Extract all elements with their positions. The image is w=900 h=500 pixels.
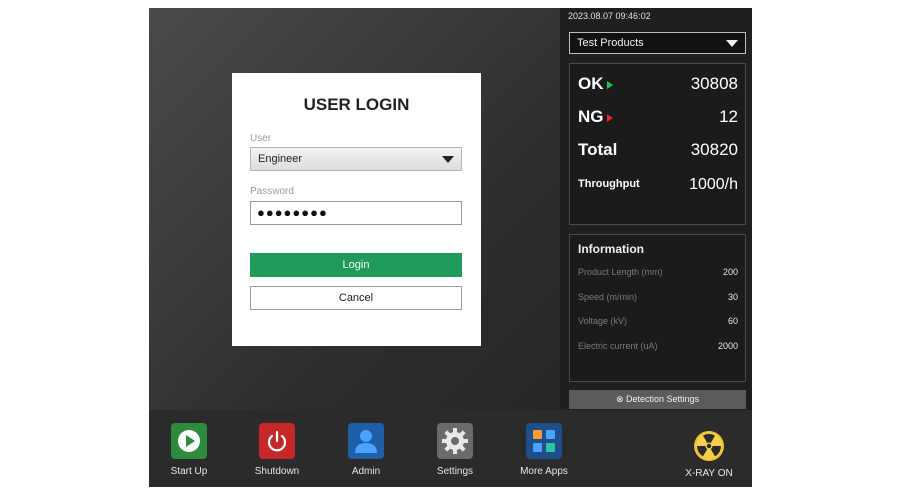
product-select[interactable]: Test Products — [569, 32, 746, 54]
info-label: Product Length (mm) — [578, 267, 663, 277]
ok-arrow-icon — [606, 80, 613, 89]
ng-label: NG — [578, 107, 604, 126]
gear-icon — [437, 423, 473, 459]
login-button[interactable]: Login — [250, 253, 462, 277]
shutdown-button[interactable]: Shutdown — [237, 423, 317, 477]
product-select-value: Test Products — [577, 37, 644, 49]
xray-label: X-RAY ON — [685, 468, 733, 479]
xray-status: X-RAY ON — [674, 430, 744, 479]
radiation-icon — [693, 430, 725, 462]
ok-value: 30808 — [690, 74, 738, 93]
info-value: 30 — [727, 292, 738, 302]
information-panel: Information Product Length (mm) 200 Spee… — [569, 234, 746, 382]
user-label: User — [250, 133, 272, 144]
play-icon — [171, 423, 207, 459]
password-label: Password — [250, 186, 294, 197]
ng-arrow-icon — [606, 113, 613, 122]
power-icon — [259, 423, 295, 459]
admin-button[interactable]: Admin — [326, 423, 406, 477]
status-panel: 2023.08.07 09:46:02 Test Products OK 308… — [560, 8, 752, 410]
admin-label: Admin — [351, 466, 381, 477]
password-value: ●●●●●●●● — [257, 205, 328, 220]
app-dock: Start Up Shutdown Admin Settings More Ap… — [149, 410, 752, 487]
user-select-value: Engineer — [258, 153, 303, 165]
throughput-label: Throughput — [578, 178, 640, 190]
start-up-button[interactable]: Start Up — [149, 423, 229, 477]
info-value: 60 — [727, 316, 738, 326]
login-dialog: USER LOGIN User Engineer Password ●●●●●●… — [232, 73, 481, 346]
user-select[interactable]: Engineer — [250, 147, 462, 171]
stat-ng: NG 12 — [578, 107, 738, 129]
hmi-screen: USER LOGIN User Engineer Password ●●●●●●… — [149, 8, 752, 487]
total-label: Total — [578, 140, 618, 159]
cancel-button[interactable]: Cancel — [250, 286, 462, 310]
info-label: Voltage (kV) — [578, 316, 628, 326]
total-value: 30820 — [690, 140, 738, 159]
main-area: USER LOGIN User Engineer Password ●●●●●●… — [149, 8, 560, 410]
info-value: 200 — [722, 267, 738, 277]
info-value: 2000 — [717, 341, 738, 351]
more-apps-label: More Apps — [520, 466, 568, 477]
ng-value: 12 — [719, 107, 738, 126]
settings-button[interactable]: Settings — [415, 423, 495, 477]
login-title: USER LOGIN — [303, 95, 410, 114]
stat-total: Total 30820 — [578, 140, 738, 162]
chevron-down-icon — [442, 156, 454, 163]
chevron-down-icon — [726, 40, 738, 47]
production-stats: OK 30808 NG 12 Total 30820 Throughput 10… — [569, 63, 746, 225]
user-icon — [348, 423, 384, 459]
info-label: Speed (m/min) — [578, 292, 638, 302]
password-field[interactable]: ●●●●●●●● — [250, 201, 462, 225]
shutdown-label: Shutdown — [254, 466, 300, 477]
apps-grid-icon — [526, 423, 562, 459]
datetime: 2023.08.07 09:46:02 — [568, 11, 651, 21]
throughput-value: 1000/h — [689, 176, 738, 193]
settings-label: Settings — [436, 466, 474, 477]
start-up-label: Start Up — [170, 466, 208, 477]
detection-settings-button[interactable]: ⊗ Detection Settings — [569, 390, 746, 409]
info-label: Electric current (uA) — [578, 341, 658, 351]
stat-ok: OK 30808 — [578, 74, 738, 96]
more-apps-button[interactable]: More Apps — [504, 423, 584, 477]
stat-throughput: Throughput 1000/h — [578, 176, 738, 194]
ok-label: OK — [578, 74, 604, 93]
information-title: Information — [578, 242, 644, 256]
